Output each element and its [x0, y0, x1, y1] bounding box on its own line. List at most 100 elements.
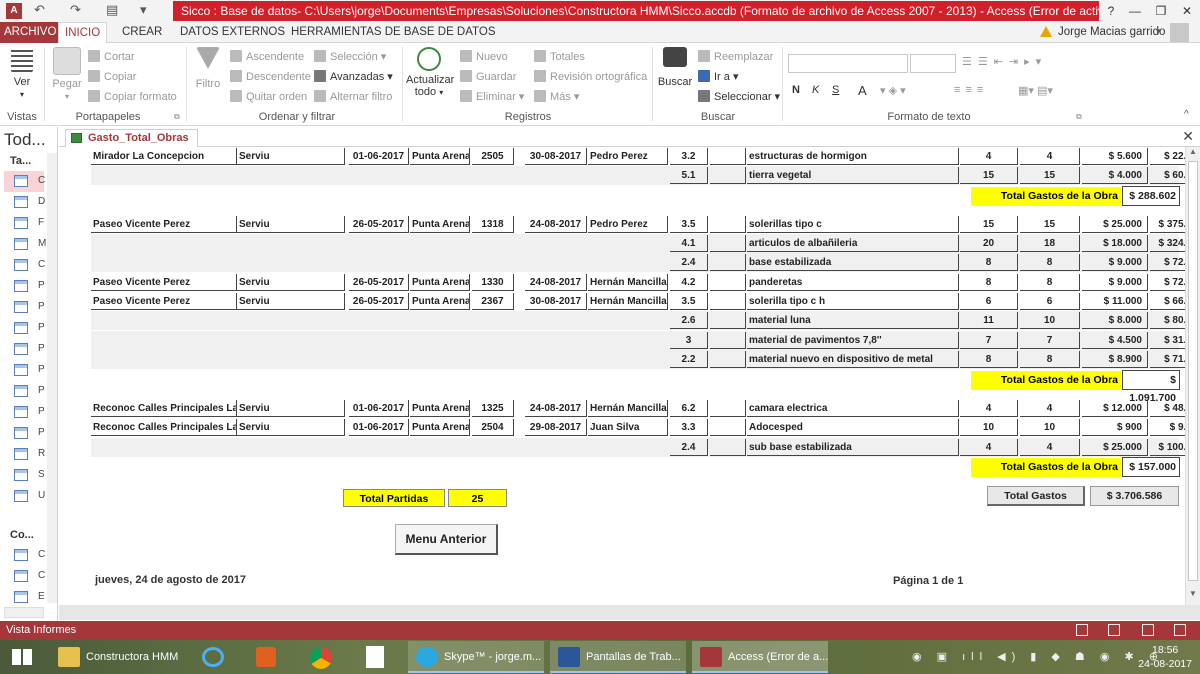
copy-button[interactable]: Copiar [88, 70, 136, 83]
select-button[interactable]: Seleccionar ▾ [698, 90, 780, 103]
nav-hscroll[interactable] [4, 607, 44, 618]
toggle-filter-button[interactable]: Alternar filtro [314, 90, 392, 103]
file-icon[interactable] [366, 646, 384, 668]
quick-access-menu-icon[interactable]: ▤ [106, 2, 118, 18]
nav-table-item[interactable]: S [4, 465, 45, 486]
tab-inicio[interactable]: INICIO [58, 22, 108, 43]
vertical-scrollbar[interactable]: ▲ ▼ [1185, 147, 1200, 605]
totals-button[interactable]: Totales [534, 50, 585, 63]
tab-crear[interactable]: CREAR [116, 22, 168, 43]
taskbar-item-skype[interactable]: Skype™ - jorge.m... [408, 641, 544, 673]
gridlines-button[interactable]: ▦▾ ▤▾ [1018, 84, 1053, 97]
sort-asc-button[interactable]: Ascendente [230, 50, 304, 63]
filter-button[interactable]: Filtro [192, 47, 224, 90]
save-record-button[interactable]: Guardar [460, 70, 516, 83]
close-button[interactable]: ✕ [1174, 1, 1200, 21]
taskbar-item-word[interactable]: Pantallas de Trab... [550, 641, 686, 673]
taskbar-item-access[interactable]: Access (Error de a... [692, 641, 828, 673]
nav-table-item[interactable]: C [4, 255, 45, 276]
nav-header[interactable]: Tod... [4, 130, 46, 150]
nav-table-item[interactable]: P [4, 318, 45, 339]
nav-query-item[interactable]: C [4, 566, 45, 587]
new-record-button[interactable]: Nuevo [460, 50, 508, 63]
nav-table-item[interactable]: U [4, 486, 45, 507]
nav-table-item[interactable]: P [4, 402, 45, 423]
nav-scrollbar[interactable] [47, 153, 57, 603]
taskbar-item-explorer[interactable]: Constructora HMM [50, 641, 200, 673]
dialog-launcher-icon[interactable]: ⧉ [174, 112, 180, 122]
clear-sort-button[interactable]: Quitar orden [230, 90, 307, 103]
ie-icon[interactable] [202, 647, 224, 667]
nav-table-item[interactable]: R [4, 444, 45, 465]
nav-table-item[interactable]: F [4, 213, 44, 234]
minimize-button[interactable]: — [1122, 1, 1148, 21]
italic-button[interactable]: K [812, 84, 819, 96]
sort-desc-button[interactable]: Descendente [230, 70, 311, 83]
nav-table-item[interactable]: D [4, 192, 45, 213]
format-painter-button[interactable]: Copiar formato [88, 90, 177, 103]
avatar[interactable] [1170, 23, 1189, 42]
tab-datos-externos[interactable]: DATOS EXTERNOS [174, 22, 291, 43]
collapse-ribbon-icon[interactable]: ^ [1184, 109, 1189, 120]
nav-table-item[interactable]: C [4, 171, 45, 192]
bold-button[interactable]: N [792, 84, 800, 96]
close-document-icon[interactable]: ✕ [1182, 128, 1194, 145]
font-name-combo[interactable] [788, 54, 908, 73]
font-color-button[interactable]: A [858, 83, 867, 98]
media-icon[interactable] [256, 647, 276, 667]
nav-table-item[interactable]: P [4, 423, 45, 444]
paste-button[interactable]: Pegar ▾ [50, 47, 84, 102]
delete-record-button[interactable]: Eliminar ▾ [460, 90, 524, 103]
nav-table-item[interactable]: P [4, 381, 45, 402]
list-buttons[interactable]: ☰☰⇤⇥▸▾ [962, 55, 1047, 68]
design-view-icon[interactable] [1174, 624, 1186, 636]
layout-view-icon[interactable] [1142, 624, 1154, 636]
horizontal-scrollbar[interactable] [59, 605, 1200, 620]
user-name[interactable]: Jorge Macias garrido [1052, 22, 1171, 43]
clock[interactable]: 18:56 24-08-2017 [1138, 643, 1192, 671]
nav-table-item[interactable]: P [4, 339, 45, 360]
cut-button[interactable]: Cortar [88, 50, 135, 63]
advanced-button[interactable]: Avanzadas ▾ [314, 70, 393, 83]
nav-section-tables[interactable]: Ta... [10, 155, 31, 167]
nav-section-queries[interactable]: Co... [10, 529, 34, 541]
more-button[interactable]: Más ▾ [534, 90, 579, 103]
highlight-button[interactable]: ▾ ◈ ▾ [880, 84, 906, 97]
goto-button[interactable]: Ir a ▾ [698, 70, 738, 83]
help-button[interactable]: ? [1098, 1, 1124, 21]
align-buttons[interactable]: ≡≡≡ [954, 84, 988, 96]
font-size-combo[interactable] [910, 54, 956, 73]
replace-button[interactable]: Reemplazar [698, 50, 773, 63]
tab-gasto-total-obras[interactable]: Gasto_Total_Obras [65, 129, 198, 147]
total-gastos-button[interactable]: Total Gastos [987, 486, 1085, 506]
nav-table-item[interactable]: P [4, 360, 45, 381]
refresh-all-button[interactable]: Actualizar todo ▾ [406, 47, 454, 98]
nav-table-item[interactable]: P [4, 297, 45, 318]
print-preview-icon[interactable] [1108, 624, 1120, 636]
dialog-launcher-icon[interactable]: ⧉ [1076, 112, 1082, 122]
spelling-button[interactable]: Revisión ortográfica [534, 70, 647, 83]
selection-button[interactable]: Selección ▾ [314, 50, 386, 63]
nav-query-item[interactable]: C [4, 545, 45, 566]
system-tray-icons[interactable]: ◉ ▣ ıll ◀) ▮ ◆ ☗ ◉ ✱ ⊕ [912, 650, 1164, 663]
windows-start-icon[interactable] [12, 649, 32, 665]
menu-anterior-button[interactable]: Menu Anterior [395, 524, 498, 555]
undo-icon[interactable]: ↶ [34, 2, 45, 18]
scroll-up-icon[interactable]: ▲ [1189, 147, 1197, 156]
underline-button[interactable]: S [832, 84, 839, 96]
chrome-icon[interactable] [310, 647, 332, 669]
scroll-thumb[interactable] [1188, 161, 1198, 581]
access-app-icon[interactable]: A [6, 3, 22, 19]
nav-table-item[interactable]: M [4, 234, 46, 255]
redo-icon[interactable]: ↷ [70, 2, 81, 18]
tab-herramientas[interactable]: HERRAMIENTAS DE BASE DE DATOS [285, 22, 501, 43]
chevron-down-icon[interactable]: ▾ [1156, 26, 1161, 37]
tab-archivo[interactable]: ARCHIVO [0, 22, 61, 43]
report-view-icon[interactable] [1076, 624, 1088, 636]
restore-button[interactable]: ❐ [1148, 1, 1174, 21]
nav-query-item[interactable]: E [4, 587, 45, 608]
find-button[interactable]: Buscar [656, 47, 694, 88]
scroll-down-icon[interactable]: ▼ [1189, 589, 1197, 598]
view-button[interactable]: Ver ▾ [6, 47, 38, 100]
customize-toolbar-icon[interactable]: ▾ [140, 2, 147, 18]
